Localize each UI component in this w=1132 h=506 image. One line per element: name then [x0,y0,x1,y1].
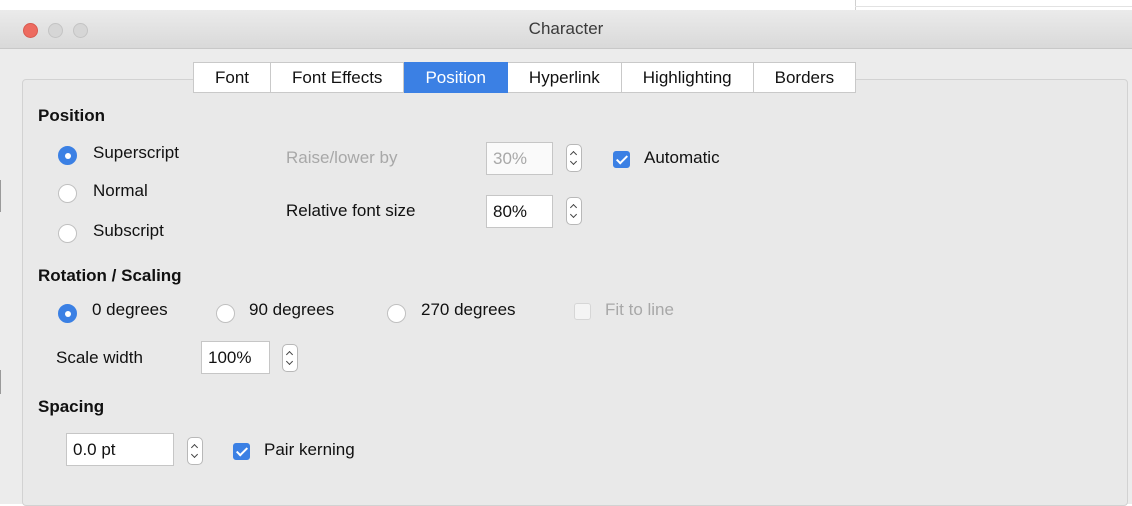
tab-borders[interactable]: Borders [753,62,857,93]
relative-font-size-input[interactable]: 80% [486,195,553,228]
scale-width-label: Scale width [56,348,143,367]
tab-font[interactable]: Font [193,62,272,93]
rotation-0-radio[interactable] [58,304,77,323]
tab-highlighting[interactable]: Highlighting [621,62,754,93]
rotation-90-label[interactable]: 90 degrees [249,300,334,320]
character-dialog: Character Font Font Effects Position Hyp… [0,0,1132,506]
position-section-title: Position [38,106,106,125]
raise-lower-label: Raise/lower by [286,148,398,167]
fit-to-line-checkbox[interactable] [574,303,591,320]
rotation-section-title: Rotation / Scaling [38,266,182,285]
tab-position[interactable]: Position [404,62,508,93]
rotation-270-label[interactable]: 270 degrees [421,300,516,320]
background-divider [855,0,856,10]
subscript-label[interactable]: Subscript [93,221,164,241]
superscript-radio[interactable] [58,146,77,165]
title-bar: Character [0,10,1132,49]
tab-bar: Font Font Effects Position Hyperlink Hig… [193,62,857,93]
background-divider [855,6,1132,7]
spacing-stepper[interactable] [187,437,203,465]
normal-radio[interactable] [58,184,77,203]
subscript-radio[interactable] [58,224,77,243]
window-title: Character [528,19,604,38]
rotation-270-radio[interactable] [387,304,406,323]
superscript-label[interactable]: Superscript [93,143,179,163]
automatic-label[interactable]: Automatic [644,148,720,168]
tab-hyperlink[interactable]: Hyperlink [507,62,622,93]
pair-kerning-label[interactable]: Pair kerning [264,440,355,460]
fit-to-line-label: Fit to line [605,300,674,319]
background-strip [0,0,1132,10]
spacing-input[interactable]: 0.0 pt [66,433,174,466]
raise-lower-stepper[interactable] [566,144,582,172]
scale-width-stepper[interactable] [282,344,298,372]
raise-lower-input[interactable]: 30% [486,142,553,175]
spacing-section-title: Spacing [38,397,105,416]
scale-width-input[interactable]: 100% [201,341,270,374]
relative-font-size-label: Relative font size [286,201,416,220]
close-button[interactable] [23,23,38,38]
relative-font-size-stepper[interactable] [566,197,582,225]
window-edge-mark [0,370,1,394]
rotation-0-label[interactable]: 0 degrees [92,300,168,320]
normal-label[interactable]: Normal [93,181,148,201]
automatic-checkbox[interactable] [613,151,630,168]
tab-font-effects[interactable]: Font Effects [271,62,405,93]
rotation-90-radio[interactable] [216,304,235,323]
pair-kerning-checkbox[interactable] [233,443,250,460]
zoom-button[interactable] [73,23,88,38]
window-edge-mark [0,180,1,212]
minimize-button[interactable] [48,23,63,38]
